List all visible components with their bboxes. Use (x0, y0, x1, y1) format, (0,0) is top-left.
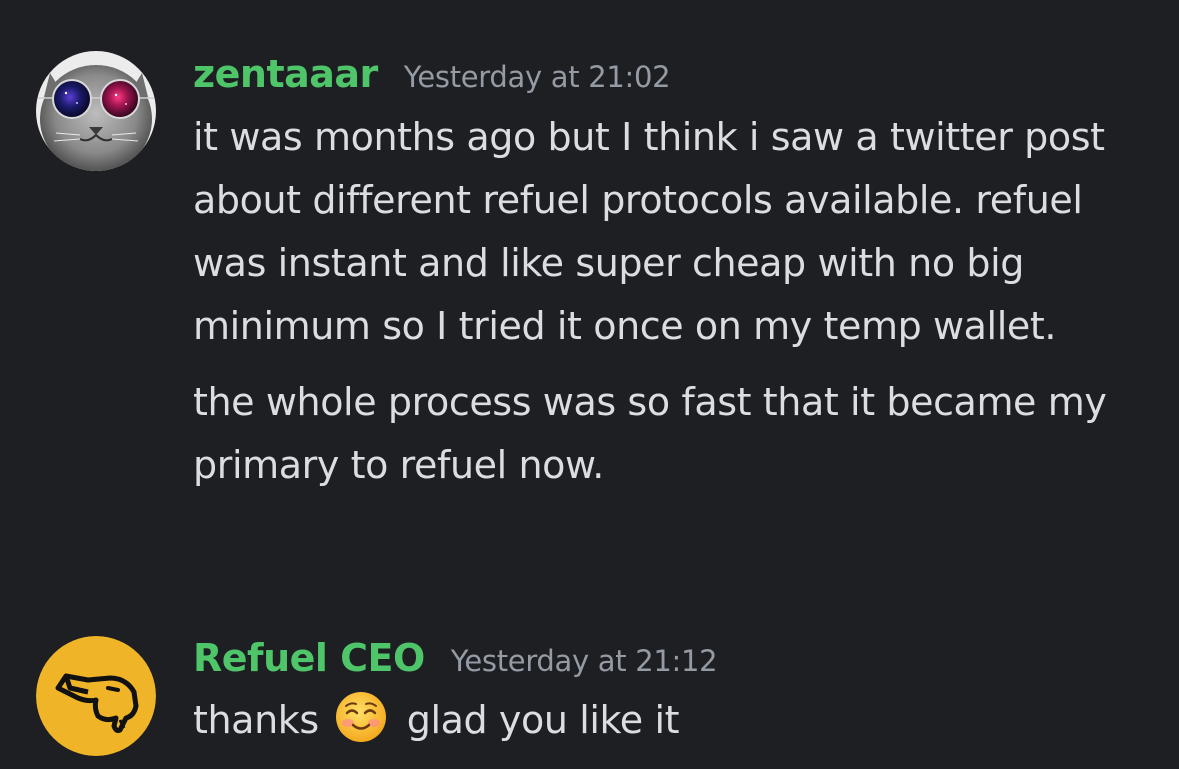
smiling-face-icon[interactable] (335, 691, 387, 743)
message-text: glad you like it (406, 698, 680, 742)
panther-logo-icon (36, 636, 156, 756)
avatar-zentaaar[interactable] (36, 51, 156, 171)
username[interactable]: zentaaar (193, 52, 378, 96)
message-header: zentaaar Yesterday at 21:02 (193, 52, 671, 96)
message-paragraph: thanks glad you like it (193, 689, 1153, 752)
timestamp[interactable]: Yesterday at 21:12 (451, 644, 718, 678)
message-content: thanks glad you like it (193, 689, 1153, 752)
message-content: it was months ago but I think i saw a tw… (193, 106, 1153, 497)
username[interactable]: Refuel CEO (193, 636, 425, 680)
avatar-refuel-ceo[interactable] (36, 636, 156, 756)
message-paragraph: the whole process was so fast that it be… (193, 380, 1107, 487)
cat-with-galaxy-glasses-icon (36, 51, 156, 171)
message-text: thanks (193, 698, 319, 742)
message-header: Refuel CEO Yesterday at 21:12 (193, 636, 718, 680)
timestamp[interactable]: Yesterday at 21:02 (404, 60, 671, 94)
message-paragraph: it was months ago but I think i saw a tw… (193, 115, 1105, 348)
